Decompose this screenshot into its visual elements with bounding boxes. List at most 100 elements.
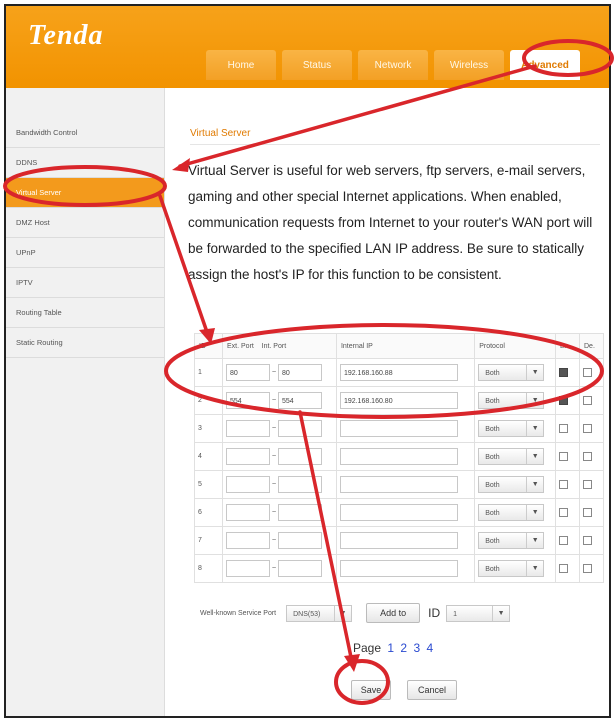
protocol-select[interactable]: Both ▼ [478, 532, 545, 549]
internal-ip-input[interactable] [339, 504, 458, 521]
table-row: 1 80 ~80 192.168.160.88 Both ▼ [194, 358, 604, 387]
col-header-protocol: Protocol [474, 333, 556, 359]
enable-cell [555, 526, 580, 555]
int-port-input[interactable]: 554 [278, 392, 322, 409]
table-row: 4 ~ Both ▼ [194, 442, 604, 471]
enable-cell [555, 442, 580, 471]
id-select[interactable]: 1 ▼ [446, 604, 511, 622]
enable-checkbox[interactable] [559, 396, 568, 405]
row-id-value: 8 [198, 565, 202, 572]
internal-ip-input[interactable] [339, 476, 458, 493]
ext-port-input[interactable]: 554 [226, 392, 270, 409]
protocol-cell: Both ▼ [474, 498, 556, 527]
ip-cell [335, 554, 476, 583]
protocol-value: Both [485, 454, 500, 461]
ip-cell [335, 414, 476, 443]
int-port-input[interactable] [278, 560, 322, 577]
delete-checkbox[interactable] [583, 536, 592, 545]
protocol-value: Both [485, 370, 500, 377]
sidebar-item-dmz-host[interactable]: DMZ Host [6, 208, 164, 238]
protocol-cell: Both ▼ [474, 386, 556, 415]
protocol-select[interactable]: Both ▼ [478, 448, 545, 465]
protocol-select[interactable]: Both ▼ [478, 392, 545, 409]
sidebar-item-virtual-server[interactable]: Virtual Server [6, 178, 164, 208]
internal-ip-input[interactable] [339, 448, 458, 465]
protocol-select[interactable]: Both ▼ [478, 420, 545, 437]
protocol-select[interactable]: Both ▼ [478, 504, 545, 521]
tab-status[interactable]: Status [282, 50, 352, 80]
ext-port-input[interactable] [226, 476, 270, 493]
enable-checkbox[interactable] [559, 368, 568, 377]
enable-checkbox[interactable] [559, 536, 568, 545]
chevron-down-icon: ▼ [334, 605, 351, 621]
well-known-port-select[interactable]: DNS(53) ▼ [286, 604, 353, 622]
int-port-input[interactable] [278, 448, 322, 465]
sidebar-item-iptv[interactable]: IPTV [6, 268, 164, 298]
save-button[interactable]: Save [351, 680, 391, 700]
sidebar-item-ddns[interactable]: DDNS [6, 148, 164, 178]
delete-checkbox[interactable] [583, 424, 592, 433]
delete-checkbox[interactable] [583, 564, 592, 573]
page-title: Virtual Server [190, 128, 251, 139]
protocol-value: Both [485, 482, 500, 489]
page-link-4[interactable]: 4 [426, 641, 433, 655]
port-range-sep: ~ [271, 537, 277, 545]
header-bar: Tenda Home Status Network Wireless Advan… [6, 6, 609, 88]
table-row: 2 554 ~554 192.168.160.80 Both ▼ [194, 386, 604, 415]
delete-checkbox[interactable] [583, 508, 592, 517]
add-to-button[interactable]: Add to [366, 603, 421, 623]
delete-checkbox[interactable] [583, 452, 592, 461]
cancel-button[interactable]: Cancel [407, 680, 457, 700]
ext-port-input[interactable] [226, 532, 270, 549]
tab-network[interactable]: Network [358, 50, 428, 80]
internal-ip-input[interactable] [339, 560, 458, 577]
enable-cell [555, 414, 580, 443]
int-port-input[interactable] [278, 504, 322, 521]
port-range-sep: ~ [271, 425, 277, 433]
internal-ip-input[interactable] [339, 532, 458, 549]
delete-checkbox[interactable] [583, 368, 592, 377]
delete-checkbox[interactable] [583, 396, 592, 405]
delete-checkbox[interactable] [583, 480, 592, 489]
enable-checkbox[interactable] [559, 424, 568, 433]
ext-port-input[interactable] [226, 448, 270, 465]
sidebar-item-routing-table[interactable]: Routing Table [6, 298, 164, 328]
ext-port-input[interactable]: 80 [226, 364, 270, 381]
chevron-down-icon: ▼ [526, 393, 543, 408]
sidebar-item-static-routing[interactable]: Static Routing [6, 328, 164, 358]
protocol-select[interactable]: Both ▼ [478, 364, 545, 381]
row-id: 4 [194, 442, 223, 471]
tab-advanced[interactable]: Advanced [510, 50, 580, 80]
enable-checkbox[interactable] [559, 452, 568, 461]
sidebar-item-upnp[interactable]: UPnP [6, 238, 164, 268]
id-select-value: 1 [453, 610, 458, 618]
protocol-cell: Both ▼ [474, 358, 556, 387]
page-link-1[interactable]: 1 [387, 641, 394, 655]
sidebar-item-bandwidth-control[interactable]: Bandwidth Control [6, 118, 164, 148]
internal-ip-input[interactable]: 192.168.160.80 [339, 392, 458, 409]
table-header-row: ID Ext. Port Int. Port Internal IP Proto… [194, 333, 604, 359]
enable-cell [555, 498, 580, 527]
protocol-select[interactable]: Both ▼ [478, 476, 545, 493]
tab-wireless[interactable]: Wireless [434, 50, 504, 80]
page-link-2[interactable]: 2 [400, 641, 407, 655]
int-port-input[interactable] [278, 532, 322, 549]
int-port-input[interactable] [278, 420, 322, 437]
enable-cell [555, 554, 580, 583]
ext-port-input[interactable] [226, 560, 270, 577]
int-port-input[interactable]: 80 [278, 364, 322, 381]
protocol-value: Both [485, 426, 500, 433]
ext-port-input[interactable] [226, 420, 270, 437]
protocol-select[interactable]: Both ▼ [478, 560, 545, 577]
int-port-input[interactable] [278, 476, 322, 493]
ext-port-input[interactable] [226, 504, 270, 521]
page-link-3[interactable]: 3 [413, 641, 420, 655]
tab-home[interactable]: Home [206, 50, 276, 80]
internal-ip-input[interactable]: 192.168.160.88 [339, 364, 458, 381]
enable-checkbox[interactable] [559, 480, 568, 489]
port-range-sep: ~ [271, 369, 277, 377]
enable-checkbox[interactable] [559, 564, 568, 573]
protocol-cell: Both ▼ [474, 414, 556, 443]
internal-ip-input[interactable] [339, 420, 458, 437]
enable-checkbox[interactable] [559, 508, 568, 517]
